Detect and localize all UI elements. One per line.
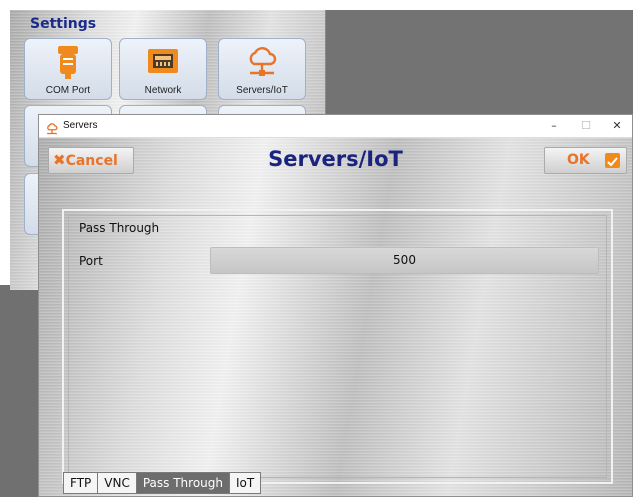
tab-iot[interactable]: IoT bbox=[229, 472, 262, 494]
window-title: Servers bbox=[63, 120, 98, 131]
tab-bar: FTP VNC Pass Through IoT bbox=[63, 472, 262, 494]
checkmark-icon bbox=[605, 153, 620, 168]
settings-title: Settings bbox=[30, 16, 97, 32]
window-client-area: ✖Cancel Servers/IoT OK Pass Through Port… bbox=[39, 137, 632, 496]
ethernet-port-icon bbox=[147, 46, 179, 80]
maximize-button[interactable]: ☐ bbox=[571, 117, 601, 135]
pass-through-group: Pass Through Port 500 bbox=[62, 209, 613, 484]
ok-button[interactable]: OK bbox=[544, 147, 627, 174]
serial-port-icon bbox=[57, 46, 79, 84]
desktop-background bbox=[325, 10, 633, 115]
close-button[interactable]: ✕ bbox=[602, 117, 632, 135]
com-port-label: COM Port bbox=[45, 85, 91, 96]
servers-iot-label: Servers/IoT bbox=[236, 85, 288, 96]
pass-through-group-label: Pass Through bbox=[79, 221, 160, 235]
servers-window: Servers – ☐ ✕ ✖Cancel Servers/IoT OK Pas… bbox=[38, 114, 633, 497]
network-label: Network bbox=[144, 85, 182, 96]
cloud-network-icon bbox=[245, 46, 279, 82]
port-input[interactable]: 500 bbox=[210, 247, 599, 274]
network-tile[interactable]: Network bbox=[119, 38, 207, 100]
minimize-button[interactable]: – bbox=[539, 117, 569, 135]
tab-vnc[interactable]: VNC bbox=[97, 472, 137, 494]
com-port-tile[interactable]: COM Port bbox=[24, 38, 112, 100]
servers-iot-tile[interactable]: Servers/IoT bbox=[218, 38, 306, 100]
ok-label: OK bbox=[567, 152, 590, 168]
window-titlebar[interactable]: Servers – ☐ ✕ bbox=[39, 115, 632, 138]
tab-pass-through[interactable]: Pass Through bbox=[135, 472, 230, 494]
tab-ftp[interactable]: FTP bbox=[63, 472, 99, 494]
port-label: Port bbox=[79, 254, 103, 268]
